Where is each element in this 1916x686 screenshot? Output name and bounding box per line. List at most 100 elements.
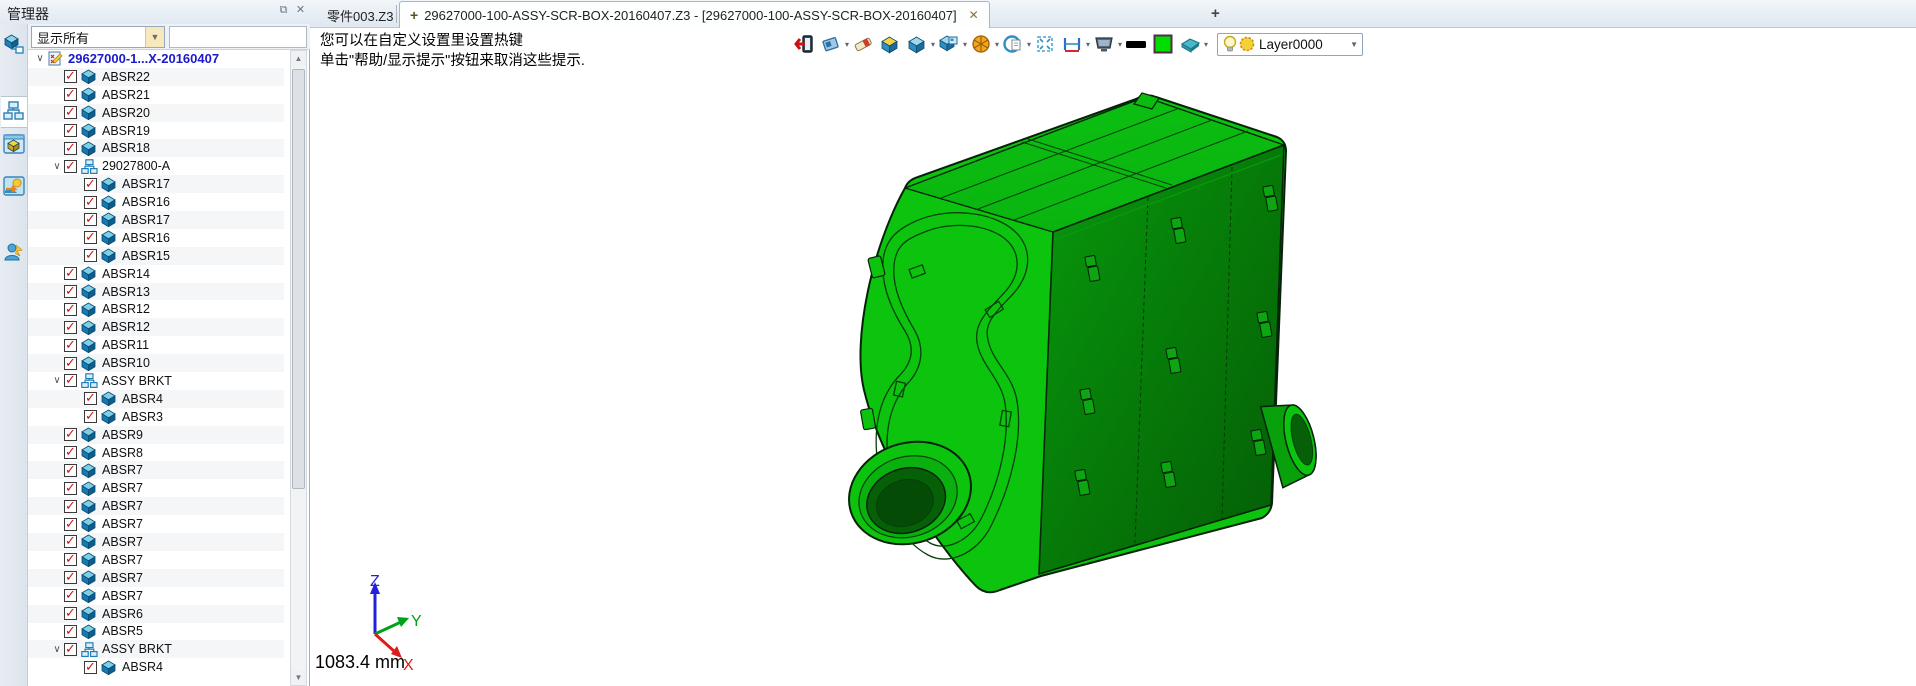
exit-assembly-icon[interactable] xyxy=(793,33,815,55)
tab-close-icon[interactable]: ✕ xyxy=(969,8,979,22)
visibility-checkbox[interactable] xyxy=(64,160,77,173)
eraser-icon[interactable] xyxy=(852,33,874,55)
layer-combobox[interactable]: Layer0000▼ xyxy=(1217,33,1363,56)
tree-item[interactable]: ABSR6 xyxy=(28,605,284,623)
color-swatch[interactable] xyxy=(1152,33,1174,55)
tree-item[interactable]: ABSR16 xyxy=(28,193,284,211)
tree-item[interactable]: ABSR9 xyxy=(28,426,284,444)
dropdown-caret-icon[interactable]: ▾ xyxy=(960,40,970,49)
visibility-checkbox[interactable] xyxy=(64,321,77,334)
visibility-checkbox[interactable] xyxy=(64,88,77,101)
dropdown-caret-icon[interactable]: ▾ xyxy=(1024,40,1034,49)
tree-item[interactable]: ABSR19 xyxy=(28,122,284,140)
new-tab-button[interactable]: + xyxy=(1211,5,1220,22)
shaded-box-icon[interactable] xyxy=(879,33,901,55)
dropdown-caret-icon[interactable]: ▾ xyxy=(842,40,852,49)
tree-item[interactable]: ABSR7 xyxy=(28,515,284,533)
visibility-checkbox[interactable] xyxy=(64,285,77,298)
visibility-checkbox[interactable] xyxy=(64,339,77,352)
expand-caret-icon[interactable]: ∨ xyxy=(50,644,64,655)
tree-item[interactable]: ABSR7 xyxy=(28,587,284,605)
preview-page-icon[interactable] xyxy=(1002,33,1024,55)
panel-close-icon[interactable]: ✕ xyxy=(293,4,308,17)
tree-item[interactable]: ABSR22 xyxy=(28,68,284,86)
zoom-extents-icon[interactable] xyxy=(1034,33,1056,55)
inquire-box-icon[interactable] xyxy=(938,33,960,55)
render-image-icon[interactable] xyxy=(1,170,27,202)
dropdown-caret-icon[interactable]: ▾ xyxy=(1115,40,1125,49)
visibility-checkbox[interactable] xyxy=(84,196,97,209)
visibility-checkbox[interactable] xyxy=(64,589,77,602)
filter-dropdown[interactable]: 显示所有 ▼ xyxy=(31,26,165,48)
tree-item[interactable]: ABSR11 xyxy=(28,336,284,354)
visibility-checkbox[interactable] xyxy=(64,374,77,387)
section-wheel-icon[interactable] xyxy=(970,33,992,55)
visibility-checkbox[interactable] xyxy=(64,553,77,566)
tab-assy-scr-box[interactable]: + 29627000-100-ASSY-SCR-BOX-20160407.Z3 … xyxy=(399,1,990,28)
dropdown-caret-icon[interactable]: ▾ xyxy=(1083,40,1093,49)
tree-item[interactable]: ABSR8 xyxy=(28,444,284,462)
layer-slab-icon[interactable] xyxy=(1179,33,1201,55)
graphics-viewport[interactable]: 您可以在自定义设置里设置热键 单击"帮助/显示提示"按钮来取消这些提示. ▾ ▾… xyxy=(311,28,1916,686)
visibility-checkbox[interactable] xyxy=(84,392,97,405)
visibility-checkbox[interactable] xyxy=(64,482,77,495)
line-width-swatch[interactable] xyxy=(1125,33,1147,55)
tree-item[interactable]: ABSR16 xyxy=(28,229,284,247)
tree-item[interactable]: ABSR4 xyxy=(28,658,284,676)
tree-scrollbar[interactable]: ▲ ▼ xyxy=(290,50,307,686)
visibility-checkbox[interactable] xyxy=(64,625,77,638)
tree-item[interactable]: ABSR15 xyxy=(28,247,284,265)
user-session-icon[interactable] xyxy=(1,236,27,268)
assembly-manager-icon[interactable] xyxy=(1,96,27,128)
scrollbar-thumb[interactable] xyxy=(292,69,305,489)
expand-caret-icon[interactable]: ∨ xyxy=(50,375,64,386)
visibility-checkbox[interactable] xyxy=(84,410,97,423)
tree-item[interactable]: ABSR17 xyxy=(28,175,284,193)
dropdown-caret-icon[interactable]: ▾ xyxy=(928,40,938,49)
tree-item[interactable]: ABSR3 xyxy=(28,408,284,426)
tree-item[interactable]: ABSR5 xyxy=(28,623,284,641)
tree-item[interactable]: ABSR20 xyxy=(28,104,284,122)
visibility-checkbox[interactable] xyxy=(64,643,77,656)
visibility-checkbox[interactable] xyxy=(84,213,97,226)
tree-item[interactable]: ABSR18 xyxy=(28,139,284,157)
visibility-checkbox[interactable] xyxy=(64,70,77,83)
tree-item[interactable]: ABSR7 xyxy=(28,479,284,497)
visibility-checkbox[interactable] xyxy=(64,142,77,155)
visibility-checkbox[interactable] xyxy=(64,267,77,280)
visibility-checkbox[interactable] xyxy=(64,500,77,513)
tree-item[interactable]: ABSR7 xyxy=(28,569,284,587)
part-reference-icon[interactable] xyxy=(1,28,27,60)
visibility-checkbox[interactable] xyxy=(64,428,77,441)
visibility-checkbox[interactable] xyxy=(64,357,77,370)
view-plane-icon[interactable] xyxy=(820,33,842,55)
scroll-up-icon[interactable]: ▲ xyxy=(291,51,306,66)
tree-item[interactable]: ABSR7 xyxy=(28,533,284,551)
3d-model-scr-box[interactable] xyxy=(840,85,1340,615)
dropdown-caret-icon[interactable]: ▾ xyxy=(992,40,1002,49)
dropdown-caret-icon[interactable]: ▼ xyxy=(145,27,164,47)
visibility-checkbox[interactable] xyxy=(64,571,77,584)
tree-item[interactable]: ABSR4 xyxy=(28,390,284,408)
render-display-icon[interactable] xyxy=(1093,33,1115,55)
display-mode-icon[interactable] xyxy=(906,33,928,55)
tree-root-item[interactable]: ∨29627000-1...X-20160407 xyxy=(28,50,284,68)
visibility-checkbox[interactable] xyxy=(64,607,77,620)
visibility-checkbox[interactable] xyxy=(64,303,77,316)
expand-caret-icon[interactable]: ∨ xyxy=(33,53,47,64)
tree-item[interactable]: ABSR7 xyxy=(28,551,284,569)
visibility-checkbox[interactable] xyxy=(64,446,77,459)
scroll-down-icon[interactable]: ▼ xyxy=(291,670,306,685)
visibility-checkbox[interactable] xyxy=(64,106,77,119)
tree-item[interactable]: ∨ ASSY BRKT xyxy=(28,640,284,658)
visibility-checkbox[interactable] xyxy=(84,178,97,191)
tree-item[interactable]: ABSR17 xyxy=(28,211,284,229)
dropdown-caret-icon[interactable]: ▼ xyxy=(1350,40,1358,49)
tree-item[interactable]: ∨ ASSY BRKT xyxy=(28,372,284,390)
visibility-checkbox[interactable] xyxy=(64,124,77,137)
expand-caret-icon[interactable]: ∨ xyxy=(50,161,64,172)
panel-float-icon[interactable]: ⧉ xyxy=(276,4,291,17)
dropdown-caret-icon[interactable]: ▾ xyxy=(1201,40,1211,49)
visibility-checkbox[interactable] xyxy=(64,535,77,548)
tree-item[interactable]: ABSR7 xyxy=(28,461,284,479)
